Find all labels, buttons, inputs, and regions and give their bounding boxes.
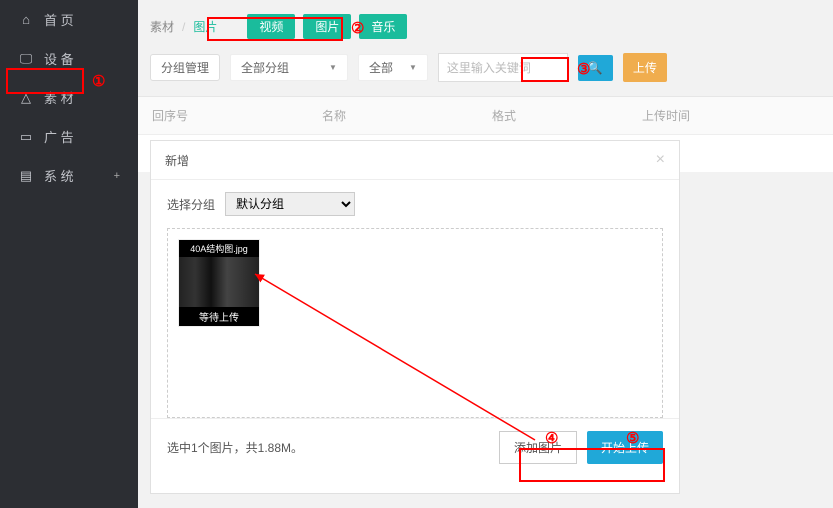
file-name: 40A结构图.jpg xyxy=(179,240,259,257)
type-select[interactable]: 全部 ▼ xyxy=(358,54,428,81)
modal-footer: 选中1个图片，共1.88M。 添加图片 开始上传 xyxy=(151,418,679,476)
upload-button[interactable]: 上传 xyxy=(623,53,667,82)
breadcrumb: 素材 / 图片 视频 图片 音乐 xyxy=(138,0,833,49)
select-group-label: 选择分组 xyxy=(167,196,215,213)
add-image-button[interactable]: 添加图片 xyxy=(499,431,577,464)
nav-material[interactable]: △ 素 材 xyxy=(0,78,138,117)
drop-zone[interactable]: 40A结构图.jpg 等待上传 xyxy=(167,228,663,418)
system-icon: ▤ xyxy=(18,168,34,184)
thumb-preview xyxy=(179,257,259,307)
nav-label: 素 材 xyxy=(44,88,74,107)
select-value: 全部 xyxy=(369,59,393,76)
home-icon: ⌂ xyxy=(18,12,34,27)
tab-video[interactable]: 视频 xyxy=(247,14,295,39)
nav-label: 设 备 xyxy=(44,49,74,68)
nav-device[interactable]: 🖵 设 备 xyxy=(0,39,138,78)
col-time: 上传时间 xyxy=(642,107,690,124)
caret-icon: ▼ xyxy=(409,63,417,72)
nav-label: 首 页 xyxy=(44,10,74,29)
search-button[interactable]: 🔍 xyxy=(578,55,613,81)
close-icon[interactable]: × xyxy=(656,151,665,169)
caret-icon: ▼ xyxy=(329,63,337,72)
tab-audio[interactable]: 音乐 xyxy=(359,14,407,39)
group-select-modal[interactable]: 默认分组 xyxy=(225,192,355,216)
nav-label: 系 统 xyxy=(44,166,74,185)
upload-modal: 新增 × 选择分组 默认分组 40A结构图.jpg 等待上传 选中1个图片，共1… xyxy=(150,140,680,494)
expand-icon: + xyxy=(114,170,120,182)
toolbar: 分组管理 全部分组 ▼ 全部 ▼ 这里输入关键词 🔍 上传 xyxy=(138,49,833,97)
file-status: 等待上传 xyxy=(179,307,259,326)
col-name: 名称 xyxy=(322,107,492,124)
nav-home[interactable]: ⌂ 首 页 xyxy=(0,0,138,39)
search-icon: 🔍 xyxy=(588,61,603,75)
device-icon: 🖵 xyxy=(18,51,34,67)
search-input[interactable]: 这里输入关键词 xyxy=(438,53,568,82)
material-icon: △ xyxy=(18,90,34,106)
group-manage-button[interactable]: 分组管理 xyxy=(150,54,220,81)
sidebar: ⌂ 首 页 🖵 设 备 △ 素 材 ▭ 广 告 ▤ 系 统 + xyxy=(0,0,138,508)
col-format: 格式 xyxy=(492,107,642,124)
table-header: 回序号 名称 格式 上传时间 xyxy=(138,97,833,135)
crumb-current: 图片 xyxy=(193,18,217,35)
modal-title: 新增 xyxy=(165,152,189,169)
select-value: 全部分组 xyxy=(241,59,289,76)
nav-label: 广 告 xyxy=(44,127,74,146)
modal-group-row: 选择分组 默认分组 xyxy=(151,180,679,228)
group-select[interactable]: 全部分组 ▼ xyxy=(230,54,348,81)
modal-header: 新增 × xyxy=(151,141,679,180)
nav-system[interactable]: ▤ 系 统 + xyxy=(0,156,138,195)
selection-summary: 选中1个图片，共1.88M。 xyxy=(167,439,303,456)
crumb-sep: / xyxy=(182,20,185,34)
start-upload-button[interactable]: 开始上传 xyxy=(587,431,663,464)
ads-icon: ▭ xyxy=(18,129,34,145)
nav-ads[interactable]: ▭ 广 告 xyxy=(0,117,138,156)
col-seq: 回序号 xyxy=(152,107,322,124)
tab-image[interactable]: 图片 xyxy=(303,14,351,39)
file-thumb[interactable]: 40A结构图.jpg 等待上传 xyxy=(178,239,260,327)
crumb-root[interactable]: 素材 xyxy=(150,18,174,35)
